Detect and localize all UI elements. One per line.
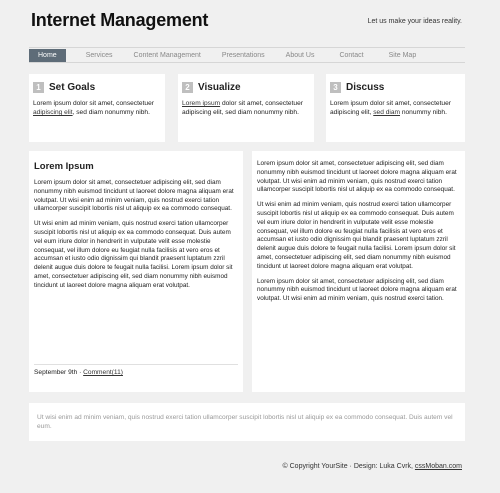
article-meta: September 9th · Comment(11) [34,364,238,376]
article-heading: Lorem Ipsum [34,161,94,172]
bottom-note-text: Ut wisi enim ad minim veniam, quis nostr… [37,414,453,430]
footer-copyright: © Copyright YourSite [282,463,348,470]
nav-item-contact[interactable]: Contact [333,49,369,62]
right-paragraph: Ut wisi enim ad minim veniam, quis nostr… [257,201,456,270]
footer-design-credit: · Design: Luka Cvrk, [347,463,415,470]
nav-item-services[interactable]: Services [80,49,119,62]
main-nav: Home Services Content Management Present… [29,47,465,63]
left-content-column: Lorem Ipsum Lorem ipsum dolor sit amet, … [29,151,243,392]
feature-title: Set Goals [49,81,96,93]
article-paragraph: Lorem ipsum dolor sit amet, consectetuer… [34,179,234,213]
feature-text: Lorem ipsum dolor sit amet, consectetuer… [33,99,161,117]
nav-item-presentations[interactable]: Presentations [216,49,271,62]
right-paragraph: Lorem ipsum dolor sit amet, consectetuer… [257,277,457,303]
right-content-column: Lorem ipsum dolor sit amet, consectetuer… [252,151,465,392]
feature-link[interactable]: Lorem ipsum [182,100,220,107]
feature-text-part: Lorem ipsum dolor sit amet, consectetuer [33,100,154,107]
tagline: Let us make your ideas reality. [367,18,462,25]
article-paragraph: Ut wisi enim ad minim veniam, quis nostr… [34,220,233,289]
feature-number-badge: 2 [182,81,193,93]
nav-item-about-us[interactable]: About Us [280,49,321,62]
nav-item-site-map[interactable]: Site Map [383,49,423,62]
feature-number-badge: 1 [33,81,44,93]
feature-text-part: , sed diam nonummy nibh. [72,109,150,116]
site-title: Internet Management [31,10,209,30]
nav-item-content-management[interactable]: Content Management [128,49,207,62]
footer: © Copyright YourSite · Design: Luka Cvrk… [283,463,462,470]
feature-link[interactable]: sed diam [373,109,400,116]
feature-text-part: nonummy nibh. [400,109,447,116]
right-paragraph: Lorem ipsum dolor sit amet, consectetuer… [257,160,457,194]
feature-text: Lorem ipsum dolor sit amet, consectetuer… [182,99,310,117]
feature-box-set-goals: 1 Set Goals Lorem ipsum dolor sit amet, … [29,74,165,142]
feature-title: Visualize [198,81,241,93]
comment-link[interactable]: Comment(11) [83,369,123,376]
nav-item-home[interactable]: Home [29,48,66,62]
feature-title: Discuss [346,81,385,93]
feature-text: Lorem ipsum dolor sit amet, consectetuer… [330,99,461,117]
footer-credit-link[interactable]: cssMoban.com [415,463,462,470]
feature-number-badge: 3 [330,81,341,93]
bottom-note-box: Ut wisi enim ad minim veniam, quis nostr… [29,403,465,441]
feature-link[interactable]: adipiscing elit [33,109,73,116]
feature-box-visualize: 2 Visualize Lorem ipsum dolor sit amet, … [178,74,314,142]
article-date: September 9th [34,369,78,376]
feature-box-discuss: 3 Discuss Lorem ipsum dolor sit amet, co… [326,74,465,142]
